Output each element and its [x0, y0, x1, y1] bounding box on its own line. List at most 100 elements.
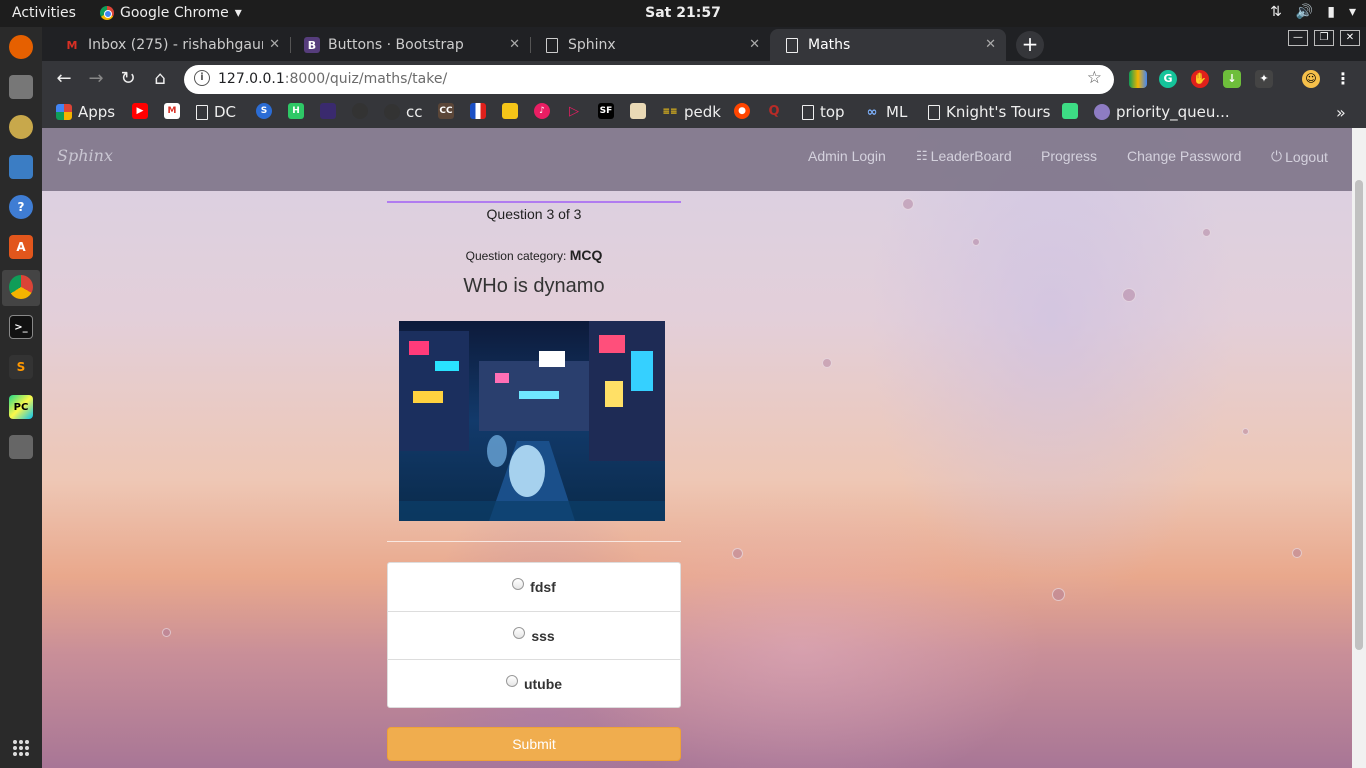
apps-grid-icon — [56, 104, 72, 120]
bookmark-music[interactable]: ♪ — [534, 103, 550, 119]
grammarly-icon[interactable]: G — [1159, 70, 1177, 88]
bookmark-yellow[interactable] — [502, 103, 518, 119]
bookmark-hackerrank[interactable]: H — [288, 103, 304, 119]
sublime-icon[interactable]: S — [9, 355, 33, 379]
bookmark-apps[interactable]: Apps — [56, 103, 115, 121]
files-cabinet-icon[interactable] — [9, 75, 33, 99]
tab-close-icon[interactable]: ✕ — [509, 37, 520, 52]
bookmark-codechef[interactable]: CC — [438, 103, 454, 119]
answer-label: utube — [523, 675, 563, 692]
quora-icon: Q — [768, 103, 780, 119]
home-button[interactable]: ⌂ — [148, 67, 172, 91]
site-icon — [470, 103, 486, 119]
firefox-icon[interactable] — [9, 35, 33, 59]
tab-maths[interactable]: Maths ✕ — [770, 29, 1006, 61]
radio-button[interactable] — [513, 626, 526, 639]
bookmark-priority-queue[interactable]: priority_queu... — [1094, 103, 1230, 121]
bookmark-dc[interactable]: DC — [196, 103, 236, 121]
bookmark-pedk[interactable]: ≡≡ pedk — [662, 103, 721, 121]
bookmark-s[interactable]: S — [256, 103, 272, 119]
close-window-button[interactable]: ✕ — [1340, 30, 1360, 46]
chrome-dock-icon[interactable] — [9, 275, 33, 299]
profile-avatar[interactable]: ☺ — [1302, 70, 1320, 88]
minimize-button[interactable]: — — [1288, 30, 1308, 46]
download-icon[interactable]: ↓ — [1223, 70, 1241, 88]
nav-admin-login[interactable]: Admin Login — [808, 148, 886, 164]
bookmark-sf[interactable]: SF — [598, 103, 614, 119]
bookmark-knights-tours[interactable]: Knight's Tours — [928, 103, 1050, 121]
clock[interactable]: Sat 21:57 — [0, 5, 1366, 21]
google-drive-icon[interactable] — [1129, 70, 1147, 88]
more-bookmarks-icon[interactable]: » — [1336, 103, 1346, 122]
answer-option[interactable]: utube — [388, 659, 680, 707]
answer-option[interactable]: fdsf — [388, 563, 680, 611]
bookmark-gmail[interactable]: M — [164, 103, 180, 119]
bookmark-label: DC — [214, 103, 237, 121]
terminal-icon[interactable]: >_ — [9, 315, 33, 339]
github-icon — [384, 104, 400, 120]
tab-title: Buttons · Bootstrap — [328, 37, 464, 53]
maximize-button[interactable]: ❐ — [1314, 30, 1334, 46]
submit-button[interactable]: Submit — [387, 727, 681, 761]
pycharm-icon[interactable]: PC — [9, 395, 33, 419]
splash-droplet — [1052, 588, 1065, 601]
nav-logout[interactable]: ⏻ Logout — [1271, 148, 1328, 165]
bookmark-label: Apps — [78, 103, 116, 121]
bookmark-quora[interactable]: Q — [766, 103, 782, 119]
address-bar[interactable]: i 127.0.0.1:8000/quiz/maths/take/ ☆ — [184, 65, 1114, 94]
bookmark-purple[interactable] — [320, 103, 336, 119]
tab-close-icon[interactable]: ✕ — [749, 37, 760, 52]
system-tray[interactable]: ⇅ 🔊 ▮ ▾ — [1270, 4, 1356, 20]
page-scrollbar[interactable] — [1352, 128, 1366, 768]
help-icon[interactable]: ? — [9, 195, 33, 219]
bookmark-github[interactable] — [352, 103, 368, 119]
bookmark-android[interactable] — [1062, 103, 1078, 119]
bookmark-stripes[interactable] — [470, 103, 486, 119]
site-info-icon[interactable]: i — [194, 70, 210, 86]
tab-sphinx[interactable]: Sphinx ✕ — [530, 29, 770, 61]
radio-button[interactable] — [505, 674, 518, 687]
site-brand[interactable]: Sphinx — [57, 146, 113, 165]
power-icon: ⏻ — [1271, 148, 1283, 164]
camera-icon[interactable] — [9, 435, 33, 459]
battery-icon: ▮ — [1327, 4, 1335, 20]
new-tab-button[interactable]: + — [1016, 31, 1044, 59]
back-button[interactable]: ← — [52, 67, 76, 91]
extension-icon[interactable]: ✦ — [1255, 70, 1273, 88]
nav-leaderboard[interactable]: ☷ LeaderBoard — [916, 148, 1012, 164]
adblock-icon[interactable]: ✋ — [1191, 70, 1209, 88]
site-icon — [320, 103, 336, 119]
page-icon — [784, 37, 800, 53]
nav-progress[interactable]: Progress — [1041, 148, 1097, 164]
answer-option[interactable]: sss — [388, 611, 680, 659]
answer-label: sss — [531, 627, 555, 644]
radio-button[interactable] — [512, 578, 525, 590]
tab-close-icon[interactable]: ✕ — [269, 37, 280, 52]
tab-close-icon[interactable]: ✕ — [985, 37, 996, 52]
bookmark-cc[interactable]: cc — [384, 103, 423, 121]
software-center-icon[interactable]: A — [9, 235, 33, 259]
bookmark-reddit[interactable]: ● — [734, 103, 750, 119]
play-icon: ▷ — [569, 103, 579, 119]
site-icon — [1094, 104, 1110, 120]
show-apps-icon[interactable] — [13, 740, 29, 756]
bookmark-ml[interactable]: ∞ ML — [864, 103, 908, 121]
bookmark-label: cc — [406, 103, 423, 121]
reload-button[interactable]: ↻ — [116, 67, 140, 91]
sf-icon: SF — [598, 103, 614, 119]
bookmark-play[interactable]: ▷ — [566, 103, 582, 119]
more-menu-icon[interactable]: ⋮ — [1334, 70, 1352, 88]
writer-icon[interactable] — [9, 155, 33, 179]
forward-button[interactable]: → — [84, 67, 108, 91]
gmail-icon: M — [164, 103, 180, 119]
bookmark-top[interactable]: top — [802, 103, 845, 121]
bookmark-star-icon[interactable]: ☆ — [1087, 68, 1102, 88]
splash-droplet — [1202, 228, 1211, 237]
scrollbar-thumb[interactable] — [1355, 180, 1363, 650]
tab-bootstrap[interactable]: B Buttons · Bootstrap ✕ — [290, 29, 530, 61]
tab-inbox[interactable]: M Inbox (275) - rishabhgaura ✕ — [50, 29, 290, 61]
rhythmbox-icon[interactable] — [9, 115, 33, 139]
bookmark-youtube[interactable]: ▶ — [132, 103, 148, 119]
nav-change-password[interactable]: Change Password — [1127, 148, 1241, 164]
bookmark-image[interactable] — [630, 103, 646, 119]
